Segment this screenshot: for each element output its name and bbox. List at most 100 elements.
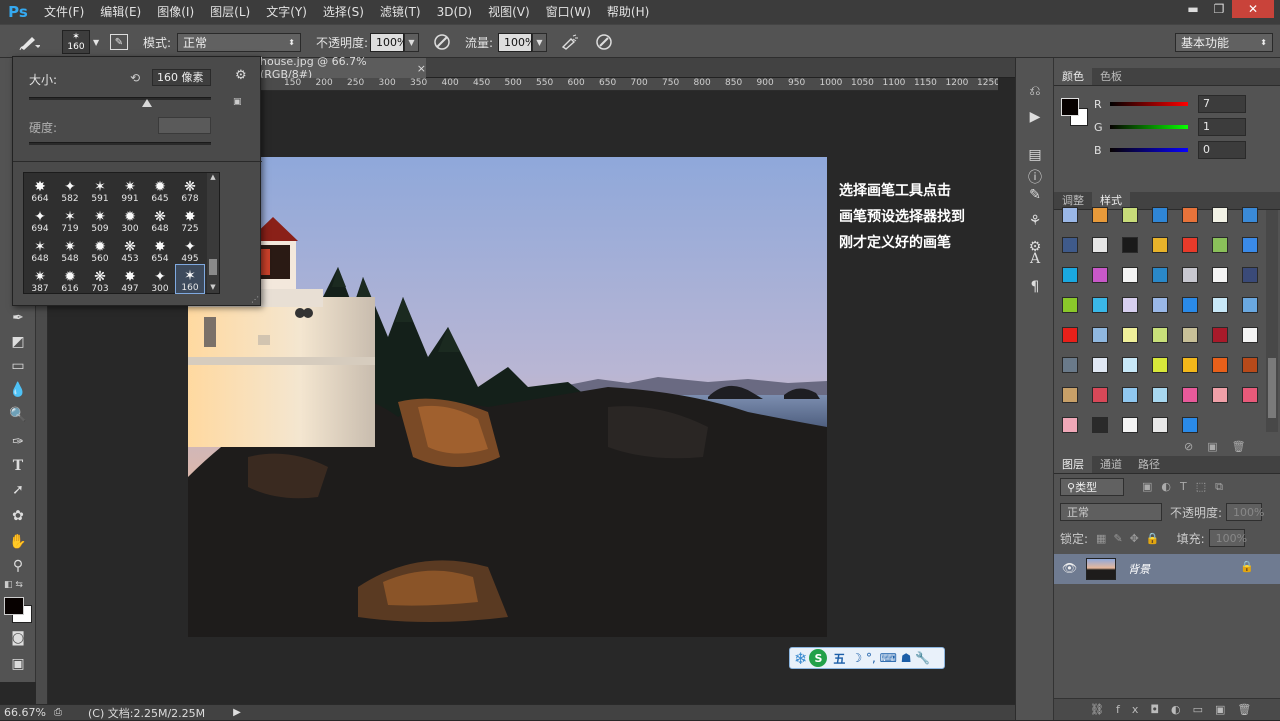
style-swatch[interactable] (1122, 387, 1138, 403)
brush-preset[interactable]: ❋ 678 (175, 174, 205, 204)
eraser-icon[interactable]: ◩ (0, 330, 36, 354)
style-swatch[interactable] (1242, 387, 1258, 403)
styles-scrollbar[interactable] (1266, 210, 1278, 432)
green-input[interactable]: 1 (1198, 118, 1246, 136)
brush-panel-toggle-icon[interactable]: ✎ (110, 25, 128, 59)
style-swatch[interactable] (1152, 327, 1168, 343)
dodge-icon[interactable]: 🔍 (0, 403, 36, 427)
style-swatch[interactable] (1122, 267, 1138, 283)
tab-channels[interactable]: 通道 (1092, 456, 1130, 473)
style-swatch[interactable] (1062, 267, 1078, 283)
screen-mode-icon[interactable]: ▣ (0, 652, 36, 676)
character-panel-icon[interactable]: A (1024, 248, 1046, 270)
menu-item[interactable]: 文字(Y) (258, 0, 315, 24)
style-swatch[interactable] (1212, 297, 1228, 313)
style-swatch[interactable] (1152, 357, 1168, 373)
pressure-size-icon[interactable] (595, 25, 613, 59)
flow-field[interactable]: 100% ▼ (498, 25, 547, 59)
style-swatch[interactable] (1242, 327, 1258, 343)
style-swatch[interactable] (1212, 387, 1228, 403)
style-swatch[interactable] (1122, 237, 1138, 253)
brush-preset[interactable]: ✶ 719 (55, 204, 85, 234)
style-swatch[interactable] (1212, 237, 1228, 253)
eye-icon[interactable]: 👁 (1062, 561, 1077, 575)
preset-scrollbar[interactable]: ▲ ▼ (207, 173, 219, 293)
zoom-level[interactable]: 66.67% (4, 706, 48, 719)
brush-preset[interactable]: ✸ 497 (115, 264, 145, 294)
brush-preset[interactable]: ✦ 582 (55, 174, 85, 204)
style-swatch[interactable] (1062, 237, 1078, 253)
style-swatch[interactable] (1092, 357, 1108, 373)
style-swatch[interactable] (1062, 357, 1078, 373)
scroll-down-icon[interactable]: ▼ (207, 283, 219, 291)
ime-extras[interactable]: ☽ °, ⌨ ☗ 🔧 (851, 651, 930, 665)
style-swatch[interactable] (1182, 267, 1198, 283)
tab-layers[interactable]: 图层 (1054, 456, 1092, 473)
flow-dropdown-icon[interactable]: ▼ (532, 32, 547, 52)
style-swatch[interactable] (1092, 267, 1108, 283)
gradient-icon[interactable]: ▭ (0, 354, 36, 378)
menu-item[interactable]: 编辑(E) (92, 0, 149, 24)
actions-play-icon[interactable]: ▶ (1024, 106, 1046, 128)
style-swatch[interactable] (1062, 207, 1078, 223)
default-colors-icon[interactable]: ◧ ⇆ (4, 580, 23, 590)
mode-select[interactable]: 正常 ⬍ (177, 25, 301, 59)
minimize-button[interactable]: ▬ (1180, 0, 1206, 18)
brush-preset[interactable]: ✸ 664 (25, 174, 55, 204)
menu-item[interactable]: 文件(F) (36, 0, 92, 24)
brush-preset[interactable]: ✷ 509 (85, 204, 115, 234)
fill-input[interactable]: 100% (1208, 529, 1247, 547)
pressure-opacity-icon[interactable] (433, 25, 451, 59)
size-input[interactable]: 160 像素 (152, 69, 211, 86)
size-slider-thumb[interactable] (142, 99, 153, 107)
style-swatch[interactable] (1212, 207, 1228, 223)
history-panel-icon[interactable]: ⎌ (1024, 80, 1046, 102)
shape-icon[interactable]: ✿ (0, 504, 36, 528)
play-arrow-icon[interactable]: ▶ (233, 707, 241, 718)
style-swatch[interactable] (1182, 387, 1198, 403)
brush-preset[interactable]: ✦ 694 (25, 204, 55, 234)
opacity-dropdown-icon[interactable]: ▼ (404, 32, 419, 52)
brush-preset[interactable]: ✹ 560 (85, 234, 115, 264)
style-swatch[interactable] (1092, 387, 1108, 403)
brush-preset[interactable]: ✹ 300 (115, 204, 145, 234)
opacity-input[interactable]: 100% (370, 32, 407, 52)
layer-filter-select[interactable]: ⚲ 类型 (1060, 478, 1124, 496)
layer-name[interactable]: 背景 (1128, 561, 1150, 577)
layers-footer-icons[interactable]: ⛓fx◘◐▭▣🗑 (1054, 698, 1280, 720)
style-swatch[interactable] (1062, 297, 1078, 313)
style-swatch[interactable] (1152, 297, 1168, 313)
status-menu-icon[interactable]: ⎙ (54, 707, 62, 718)
close-button[interactable]: ✕ (1232, 0, 1274, 18)
menu-item[interactable]: 选择(S) (315, 0, 372, 24)
tab-swatches[interactable]: 色板 (1092, 68, 1130, 85)
style-swatch[interactable] (1092, 417, 1108, 433)
document-tab[interactable]: house.jpg @ 66.7%(RGB/8#) × (256, 55, 426, 81)
resize-grip-icon[interactable]: ⋰ (251, 295, 259, 304)
style-swatch[interactable] (1242, 267, 1258, 283)
style-swatch[interactable] (1182, 327, 1198, 343)
style-swatch[interactable] (1242, 237, 1258, 253)
brush-panel-icon[interactable]: ✎ (1024, 184, 1046, 206)
brush-preset[interactable]: ✦ 495 (175, 234, 205, 264)
clone-source-icon[interactable]: ⚘ (1024, 210, 1046, 232)
style-swatch[interactable] (1182, 237, 1198, 253)
path-selection-icon[interactable]: ➚ (0, 478, 36, 502)
style-swatch[interactable] (1212, 267, 1228, 283)
red-input[interactable]: 7 (1198, 95, 1246, 113)
close-tab-icon[interactable]: × (417, 62, 426, 75)
style-swatch[interactable] (1242, 297, 1258, 313)
style-swatch[interactable] (1182, 357, 1198, 373)
style-swatch[interactable] (1122, 327, 1138, 343)
menu-item[interactable]: 帮助(H) (599, 0, 657, 24)
brush-preset[interactable]: ✶ 648 (25, 234, 55, 264)
menu-item[interactable]: 窗口(W) (538, 0, 599, 24)
style-swatch[interactable] (1152, 387, 1168, 403)
menu-item[interactable]: 图层(L) (202, 0, 258, 24)
style-swatch[interactable] (1152, 417, 1168, 433)
brush-preset[interactable]: ✸ 725 (175, 204, 205, 234)
blur-icon[interactable]: 💧 (0, 378, 36, 402)
style-swatch[interactable] (1182, 297, 1198, 313)
style-swatch[interactable] (1092, 237, 1108, 253)
quick-mask-icon[interactable]: ◙ (0, 626, 36, 650)
